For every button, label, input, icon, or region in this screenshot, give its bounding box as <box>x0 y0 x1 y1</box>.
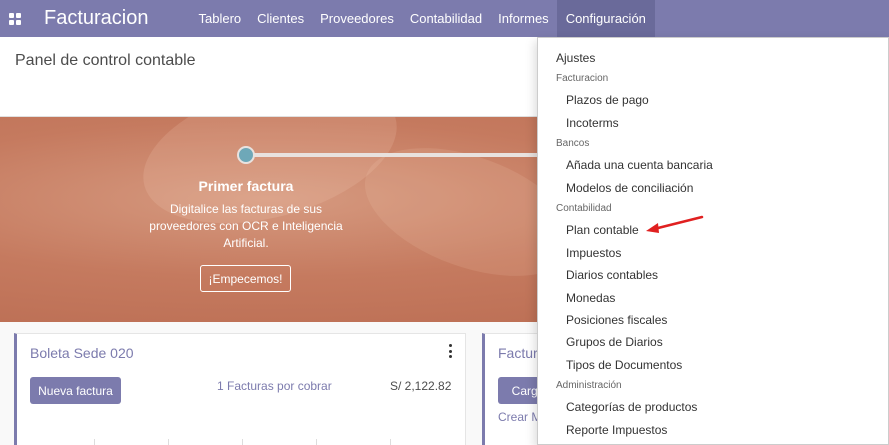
menu-diarios-contables[interactable]: Diarios contables <box>538 264 888 286</box>
menu-item-clientes[interactable]: Clientes <box>249 0 312 37</box>
onboarding-step-title: Primer factura <box>198 178 294 194</box>
menu-modelos-conciliacion[interactable]: Modelos de conciliación <box>538 177 888 199</box>
menu-tipos-de-documentos[interactable]: Tipos de Documentos <box>538 354 888 376</box>
configuracion-dropdown: Ajustes Facturacion Plazos de pago Incot… <box>537 37 889 445</box>
menu-impuestos[interactable]: Impuestos <box>538 242 888 264</box>
invoices-to-collect-link[interactable]: 1 Facturas por cobrar <box>217 379 332 393</box>
journal-title[interactable]: Boleta Sede 020 <box>30 345 134 361</box>
menu-cuenta-bancaria[interactable]: Añada una cuenta bancaria <box>538 154 888 176</box>
annotation-arrow-icon <box>646 215 704 233</box>
page-title: Panel de control contable <box>15 52 196 69</box>
menu-ajustes[interactable]: Ajustes <box>538 47 888 69</box>
main-menu: Tablero Clientes Proveedores Contabilida… <box>191 0 655 37</box>
journal-title[interactable]: Factur <box>498 345 538 361</box>
amount-due: S/ 2,122.82 <box>390 379 452 393</box>
onboarding-step-dot <box>237 146 255 164</box>
menu-categorias-productos[interactable]: Categorías de productos <box>538 396 888 418</box>
menu-item-configuracion[interactable]: Configuración <box>556 0 655 37</box>
section-header-facturacion: Facturacion <box>556 73 609 84</box>
top-navbar: Facturacion Tablero Clientes Proveedores… <box>0 0 889 37</box>
section-header-contabilidad: Contabilidad <box>556 203 612 214</box>
menu-item-contabilidad[interactable]: Contabilidad <box>402 0 490 37</box>
new-invoice-button[interactable]: Nueva factura <box>30 377 121 404</box>
menu-reporte-impuestos[interactable]: Reporte Impuestos <box>538 419 888 441</box>
onboarding-start-button[interactable]: ¡Empecemos! <box>200 265 291 292</box>
menu-incoterms[interactable]: Incoterms <box>538 112 888 134</box>
menu-monedas[interactable]: Monedas <box>538 287 888 309</box>
menu-plan-contable[interactable]: Plan contable <box>538 219 888 241</box>
section-header-administracion: Administración <box>556 380 622 391</box>
menu-grupos-de-diarios[interactable]: Grupos de Diarios <box>538 331 888 353</box>
menu-posiciones-fiscales[interactable]: Posiciones fiscales <box>538 309 888 331</box>
journal-graph <box>30 439 460 445</box>
journal-card: Boleta Sede 020 Nueva factura 1 Facturas… <box>14 333 466 445</box>
onboarding-progress-line <box>246 153 546 157</box>
menu-item-informes[interactable]: Informes <box>490 0 557 37</box>
onboarding-step-description: Digitalice las facturas de sus proveedor… <box>149 202 343 250</box>
kebab-menu-icon[interactable] <box>447 344 453 358</box>
section-header-bancos: Bancos <box>556 138 590 149</box>
menu-item-proveedores[interactable]: Proveedores <box>312 0 402 37</box>
app-brand[interactable]: Facturacion <box>44 7 149 30</box>
apps-menu-icon[interactable] <box>0 0 30 37</box>
menu-plazos-de-pago[interactable]: Plazos de pago <box>538 89 888 111</box>
create-manual-link[interactable]: Crear M <box>498 410 541 424</box>
menu-item-tablero[interactable]: Tablero <box>191 0 250 37</box>
